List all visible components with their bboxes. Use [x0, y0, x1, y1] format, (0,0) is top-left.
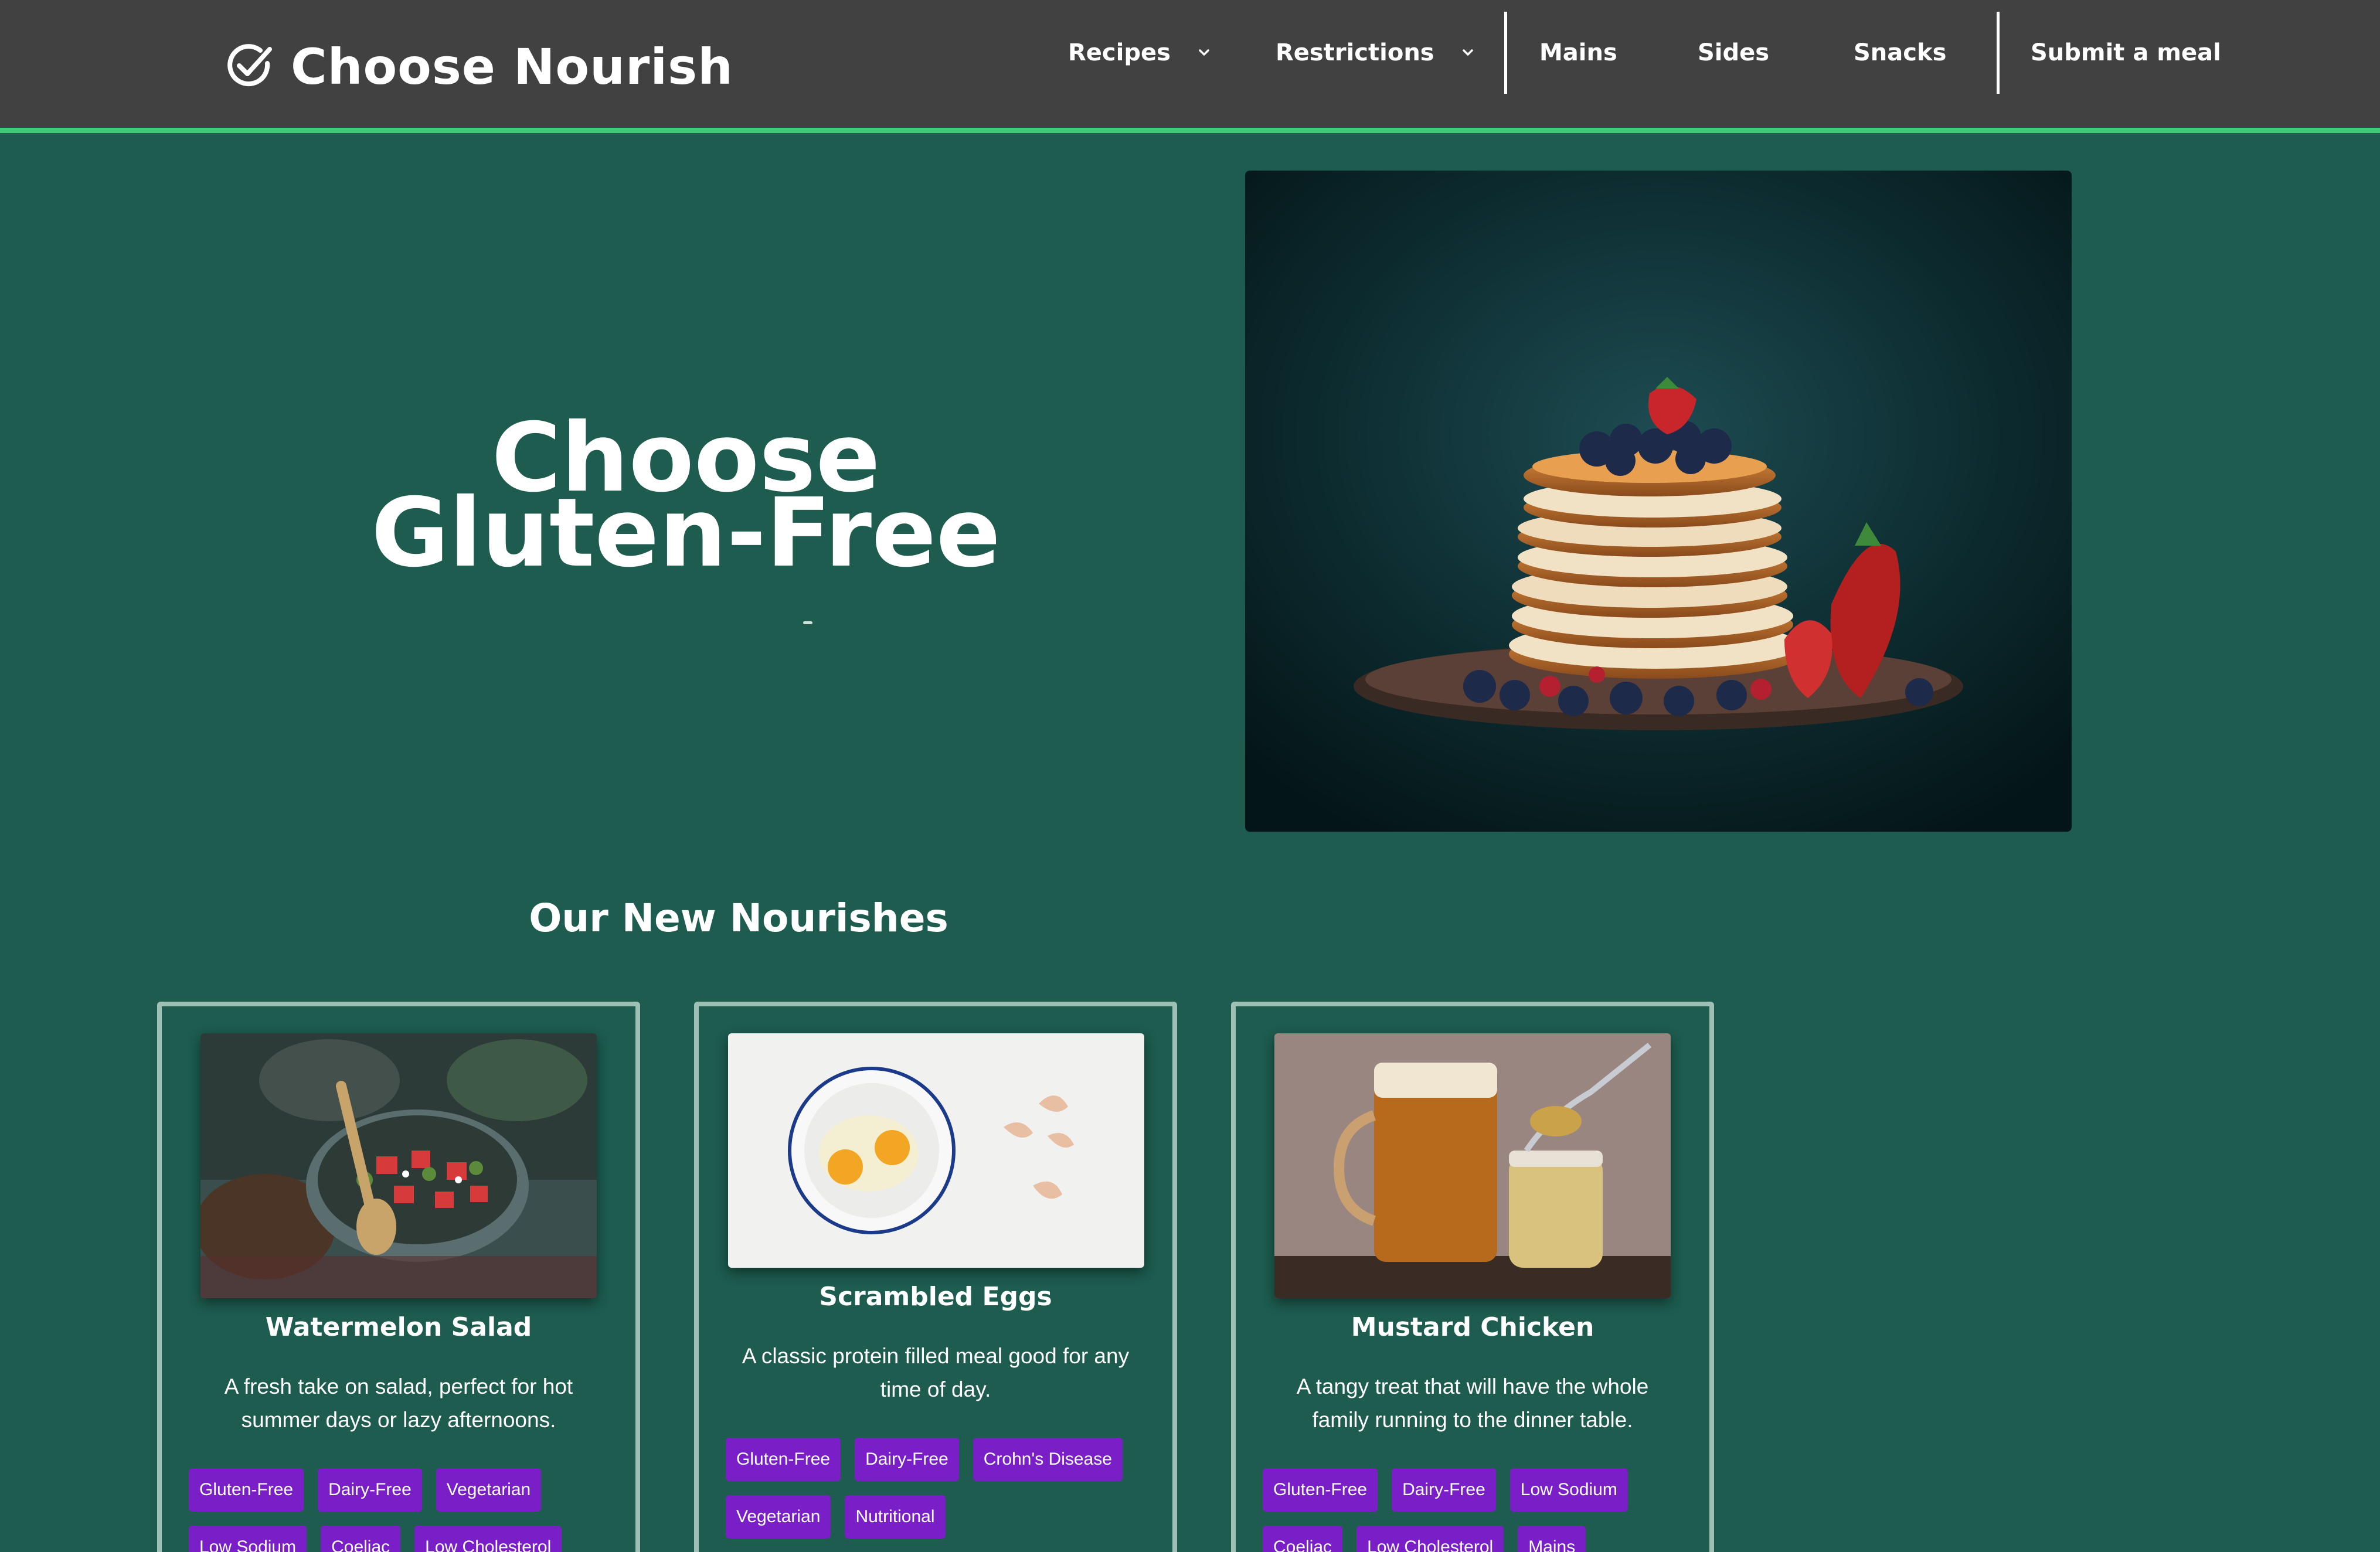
nav-mains-link[interactable]: Mains	[1539, 35, 1617, 70]
hero-title: Choose Gluten-Free	[352, 411, 1020, 588]
tag-vegetarian[interactable]: Vegetarian	[436, 1468, 542, 1512]
tag-coeliac[interactable]: Coeliac	[321, 1526, 401, 1552]
card-title[interactable]: Scrambled Eggs	[699, 1282, 1172, 1312]
chevron-down-icon	[1195, 44, 1213, 62]
tag-low-cholesterol[interactable]: Low Cholesterol	[414, 1526, 562, 1552]
nav-sides-link[interactable]: Sides	[1698, 35, 1769, 70]
card-title[interactable]: Mustard Chicken	[1236, 1312, 1709, 1342]
top-navbar: Choose Nourish Recipes Restrictions Main…	[0, 0, 2380, 133]
tag-dairy-free[interactable]: Dairy-Free	[855, 1438, 959, 1481]
tag-coeliac[interactable]: Coeliac	[1263, 1526, 1343, 1552]
card-description: A classic protein filled meal good for a…	[742, 1344, 1130, 1401]
nav-snacks-label: Snacks	[1854, 39, 1947, 66]
tag-crohns-disease[interactable]: Crohn's Disease	[973, 1438, 1123, 1481]
tag-gluten-free[interactable]: Gluten-Free	[726, 1438, 841, 1481]
brand-name: Choose Nourish	[291, 38, 733, 96]
card-tags: Gluten-Free Dairy-Free Vegetarian Low So…	[189, 1468, 623, 1552]
nav-restrictions-dropdown[interactable]: Restrictions	[1276, 35, 1477, 70]
recipe-card[interactable]: Watermelon Salad A fresh take on salad, …	[157, 1002, 640, 1552]
nav-sides-label: Sides	[1698, 39, 1770, 66]
tag-mains[interactable]: Mains	[1518, 1526, 1586, 1552]
scrambled-eggs-image	[728, 1033, 1144, 1268]
tag-dairy-free[interactable]: Dairy-Free	[318, 1468, 422, 1512]
nav-submit-meal-link[interactable]: Submit a meal	[2031, 35, 2221, 70]
card-tags: Gluten-Free Dairy-Free Low Sodium Coelia…	[1263, 1468, 1696, 1552]
card-description: A tangy treat that will have the whole f…	[1296, 1374, 1649, 1432]
nav-divider	[1997, 12, 2000, 94]
card-description: A fresh take on salad, perfect for hot s…	[224, 1374, 573, 1432]
nav-recipes-dropdown[interactable]: Recipes	[1068, 35, 1213, 70]
nav-recipes-label: Recipes	[1068, 39, 1171, 66]
section-title: Our New Nourishes	[529, 896, 948, 941]
tag-low-sodium[interactable]: Low Sodium	[1509, 1468, 1628, 1512]
nav-snacks-link[interactable]: Snacks	[1854, 35, 1946, 70]
brand-logo[interactable]: Choose Nourish	[224, 38, 733, 96]
check-circle-icon	[224, 41, 276, 93]
nav-mains-label: Mains	[1539, 39, 1617, 66]
tag-low-cholesterol[interactable]: Low Cholesterol	[1356, 1526, 1504, 1552]
tag-low-sodium[interactable]: Low Sodium	[189, 1526, 307, 1552]
nav-restrictions-label: Restrictions	[1276, 39, 1434, 66]
hero-title-line2: Gluten-Free	[371, 478, 1001, 588]
tag-dairy-free[interactable]: Dairy-Free	[1392, 1468, 1496, 1512]
hero-cursor-mark	[803, 621, 812, 624]
hero-pancake-image	[1245, 171, 2072, 832]
nav-divider	[1504, 12, 1507, 94]
recipe-card[interactable]: Scrambled Eggs A classic protein filled …	[694, 1002, 1177, 1552]
mustard-chicken-image	[1274, 1033, 1671, 1298]
tag-gluten-free[interactable]: Gluten-Free	[1263, 1468, 1378, 1512]
chevron-down-icon	[1459, 44, 1477, 62]
card-tags: Gluten-Free Dairy-Free Crohn's Disease V…	[726, 1438, 1160, 1539]
tag-gluten-free[interactable]: Gluten-Free	[189, 1468, 304, 1512]
tag-vegetarian[interactable]: Vegetarian	[726, 1495, 831, 1539]
recipe-card[interactable]: Mustard Chicken A tangy treat that will …	[1231, 1002, 1714, 1552]
watermelon-salad-image	[200, 1033, 597, 1298]
tag-nutritional[interactable]: Nutritional	[845, 1495, 946, 1539]
nav-submit-label: Submit a meal	[2031, 39, 2221, 66]
card-title[interactable]: Watermelon Salad	[162, 1312, 635, 1342]
